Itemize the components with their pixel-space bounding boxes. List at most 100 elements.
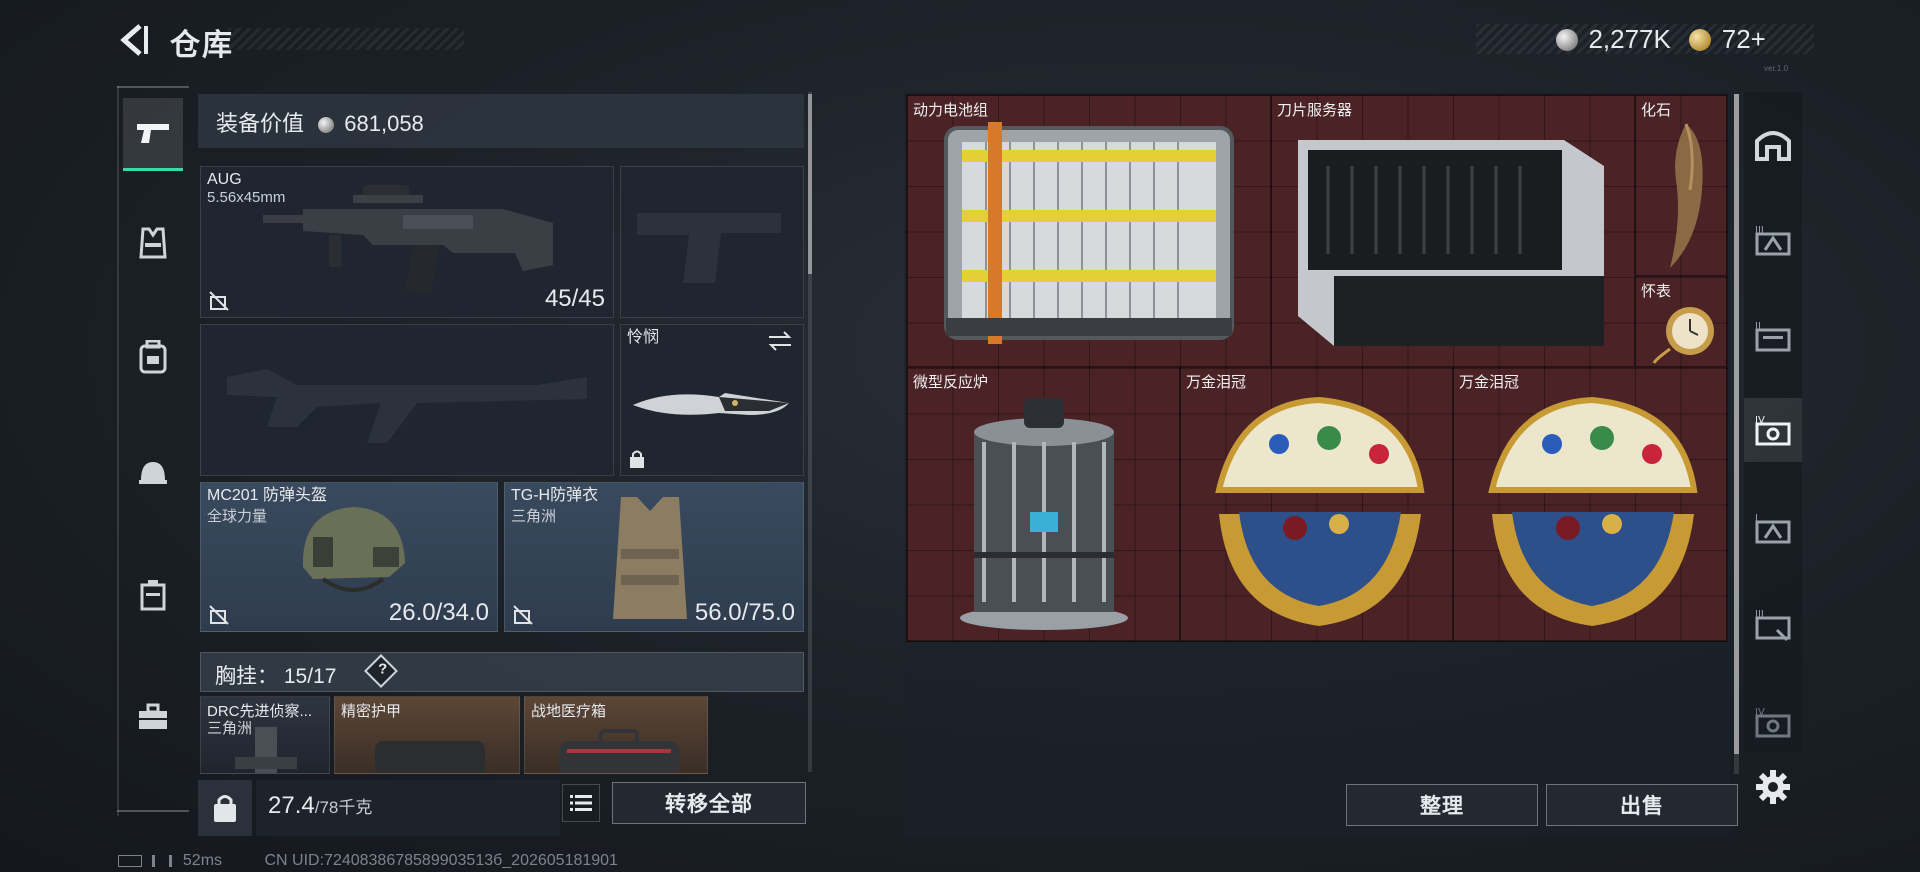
rifle-image — [263, 185, 553, 295]
page-title: 仓库 — [170, 29, 234, 62]
weapon-ammo-count: 45/45 — [544, 285, 605, 312]
signal-icon — [152, 854, 173, 867]
helmet-slot[interactable]: MC201 防弹头盔 全球力量 26.0/34.0 — [200, 482, 498, 632]
weapon-name: AUG — [207, 171, 242, 188]
knife-slot[interactable]: 怜悯 — [620, 324, 804, 476]
weight-value: 27.4 — [268, 792, 315, 819]
rail-helmet[interactable] — [123, 438, 183, 508]
vault-2-icon: II — [1755, 321, 1791, 352]
vault-1-icon: I — [1755, 513, 1791, 544]
gear-icon — [1756, 770, 1790, 804]
item-golden-crown[interactable]: 万金泪冠 — [1180, 367, 1453, 641]
equipment-value: 681,058 — [344, 111, 424, 136]
armor-slot[interactable]: TG-H防弹衣 三角洲 56.0/75.0 — [504, 482, 804, 632]
rail-weapons[interactable] — [123, 98, 183, 171]
equipment-value-bar: 装备价值 681,058 — [198, 94, 804, 148]
jeweled-egg-image — [1215, 396, 1425, 626]
ping-value: 52ms — [182, 852, 223, 869]
item-name: 微型反应炉 — [913, 374, 989, 391]
item-name: 万金泪冠 — [1186, 374, 1247, 391]
item-pocket-watch[interactable]: 怀表 — [1635, 276, 1727, 367]
knife-image — [633, 393, 789, 415]
vault-3b-icon: III — [1755, 609, 1791, 642]
gold-currency-value[interactable]: 72+ — [1722, 24, 1766, 54]
item-name: 万金泪冠 — [1459, 374, 1520, 391]
item-power-battery-pack[interactable]: 动力电池组 — [907, 95, 1271, 367]
battery-pack-image — [944, 122, 1234, 344]
storage-tab-4-active[interactable]: IV — [1744, 398, 1802, 462]
no-durability-icon — [209, 605, 229, 625]
home-icon — [1755, 131, 1791, 161]
settings-button[interactable] — [1750, 764, 1796, 810]
chest-rig-bar: 胸挂： 15/17 ? — [200, 652, 804, 692]
knife-name: 怜悯 — [627, 329, 660, 346]
sort-button[interactable]: 整理 — [1346, 784, 1538, 826]
armor-durability: 56.0/75.0 — [694, 599, 795, 626]
swap-icon[interactable] — [767, 331, 793, 351]
storage-tab-4b[interactable]: IV — [1744, 690, 1802, 754]
pocket-watch-image — [1652, 307, 1714, 364]
status-line: 52ms CN UID:7240838678589903513б_2026051… — [118, 852, 618, 870]
currency-bar: 2,277K 72+ — [1476, 24, 1814, 54]
armor-vest-image — [613, 497, 687, 619]
primary-weapon-slot[interactable]: AUG 5.56x45mm 45/45 — [200, 166, 614, 318]
rail-armor[interactable] — [123, 208, 183, 278]
sell-button[interactable]: 出售 — [1546, 784, 1738, 826]
rail-divider — [117, 810, 189, 812]
equipment-value-label: 装备价值 — [216, 111, 305, 136]
weight-lock-button[interactable] — [198, 780, 252, 836]
vest-icon — [139, 227, 167, 259]
list-icon — [570, 795, 592, 811]
item-fossil[interactable]: 化石 — [1635, 95, 1727, 276]
vault-4b-icon: IV — [1755, 707, 1791, 738]
pistol-slot-empty[interactable] — [620, 166, 804, 318]
helmet-icon — [139, 462, 167, 484]
help-button[interactable]: ? — [364, 654, 398, 688]
storage-tab-home[interactable] — [1744, 112, 1802, 176]
pistol-silhouette-icon — [637, 213, 781, 283]
chest-item-drc[interactable]: DRC先进侦察... 三角洲 — [200, 696, 330, 774]
rail-toolbox[interactable] — [123, 682, 183, 752]
secondary-weapon-slot-empty[interactable] — [200, 324, 614, 476]
helmet-image — [302, 507, 405, 592]
vault-3-icon: III — [1755, 225, 1791, 256]
title-decoration — [228, 28, 464, 50]
micro-reactor-image — [960, 398, 1128, 630]
chest-item-precision-armor[interactable]: 精密护甲 — [334, 696, 520, 774]
storage-scroll-thumb[interactable] — [1734, 94, 1739, 754]
item-golden-crown[interactable]: 万金泪冠 — [1453, 367, 1727, 641]
armor-name: TG-H防弹衣 — [511, 487, 599, 504]
rail-chest-rig[interactable] — [123, 560, 183, 630]
back-button[interactable] — [112, 18, 156, 62]
weight-max: /78千克 — [314, 798, 373, 817]
vault-4-icon: IV — [1755, 415, 1791, 446]
drone-image — [235, 727, 297, 773]
item-micro-reactor[interactable]: 微型反应炉 — [907, 367, 1180, 641]
version-text: ver.1.0 — [1764, 64, 1789, 73]
list-view-button[interactable] — [562, 784, 600, 822]
armor-brand: 三角洲 — [511, 508, 557, 525]
battery-icon — [118, 854, 142, 867]
toolbox-icon — [139, 703, 167, 729]
chest-item-field-medkit[interactable]: 战地医疗箱 — [524, 696, 708, 774]
silver-currency-value: 2,277K — [1588, 24, 1671, 54]
chest-item-name: 战地医疗箱 — [531, 703, 607, 720]
left-category-rail — [117, 86, 191, 816]
storage-tab-1[interactable]: I — [1744, 496, 1802, 560]
rail-backpack[interactable] — [123, 322, 183, 392]
weight-icon — [214, 795, 236, 822]
storage-grid: 动力电池组 刀片服务器 化石 怀表 微型反应炉 万金泪冠 万金泪冠 — [906, 94, 1728, 642]
jeweled-egg-image — [1488, 396, 1698, 626]
storage-tab-3b[interactable]: III — [1744, 592, 1802, 656]
chest-rig-capacity: 15/17 — [283, 665, 337, 688]
medkit-image — [559, 729, 679, 773]
chest-item-name: 精密护甲 — [341, 703, 402, 720]
storage-tab-2[interactable]: II — [1744, 304, 1802, 368]
item-blade-server[interactable]: 刀片服务器 — [1271, 95, 1635, 367]
equipment-scroll-thumb[interactable] — [808, 94, 812, 274]
storage-tab-3[interactable]: III — [1744, 208, 1802, 272]
gold-coin-icon — [1689, 28, 1712, 51]
chest-rig-label: 胸挂： — [215, 665, 278, 688]
item-name: 动力电池组 — [913, 102, 989, 119]
transfer-all-button[interactable]: 转移全部 — [612, 782, 806, 824]
